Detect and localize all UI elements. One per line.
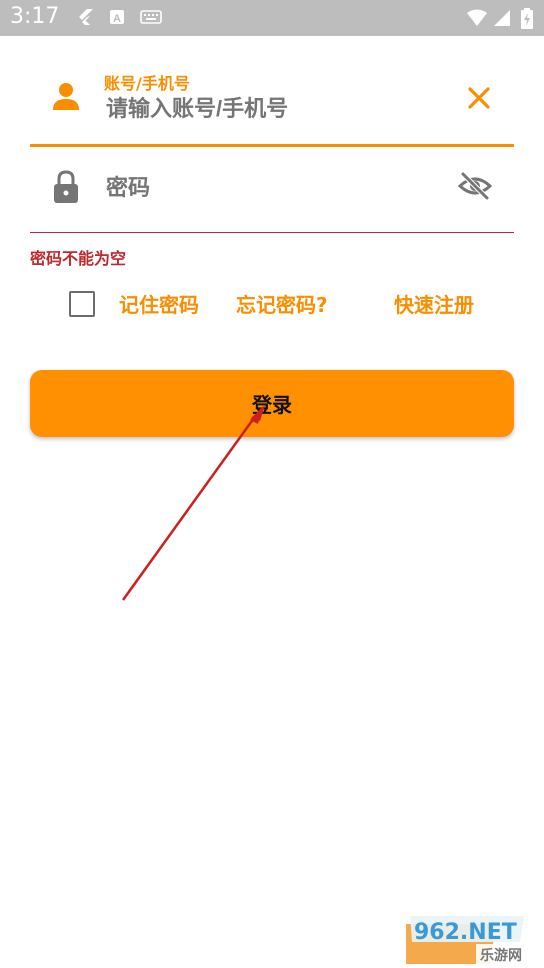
status-time: 3:17	[10, 4, 60, 29]
login-button[interactable]: 登录	[30, 370, 514, 437]
person-icon	[53, 83, 79, 110]
account-field[interactable]: 账号/手机号	[30, 62, 514, 147]
svg-text:A: A	[113, 13, 121, 25]
password-input[interactable]	[104, 174, 408, 202]
close-icon[interactable]	[466, 85, 492, 111]
a-box-icon: A	[110, 10, 124, 25]
flutter-icon	[79, 9, 93, 25]
forgot-password-link[interactable]: 忘记密码?	[236, 289, 328, 318]
signal-icon	[494, 10, 510, 26]
watermark-subtext: 乐游网	[480, 947, 522, 964]
remember-password-label[interactable]: 记住密码	[119, 289, 199, 318]
site-watermark-logo: 962.NET 乐游网	[406, 916, 538, 964]
battery-icon	[521, 8, 533, 29]
account-label: 账号/手机号	[104, 74, 190, 93]
watermark-text: 962.NET	[414, 920, 517, 945]
account-input[interactable]	[104, 95, 408, 123]
password-error-message: 密码不能为空	[30, 249, 127, 268]
lock-icon	[54, 170, 78, 203]
wifi-icon	[467, 9, 487, 26]
quick-register-link[interactable]: 快速注册	[394, 289, 474, 318]
password-field[interactable]	[30, 158, 514, 233]
status-bar: 3:17 A	[0, 0, 544, 36]
visibility-off-icon[interactable]	[458, 171, 492, 201]
keyboard-icon	[140, 10, 162, 24]
remember-password-checkbox[interactable]	[69, 291, 95, 317]
